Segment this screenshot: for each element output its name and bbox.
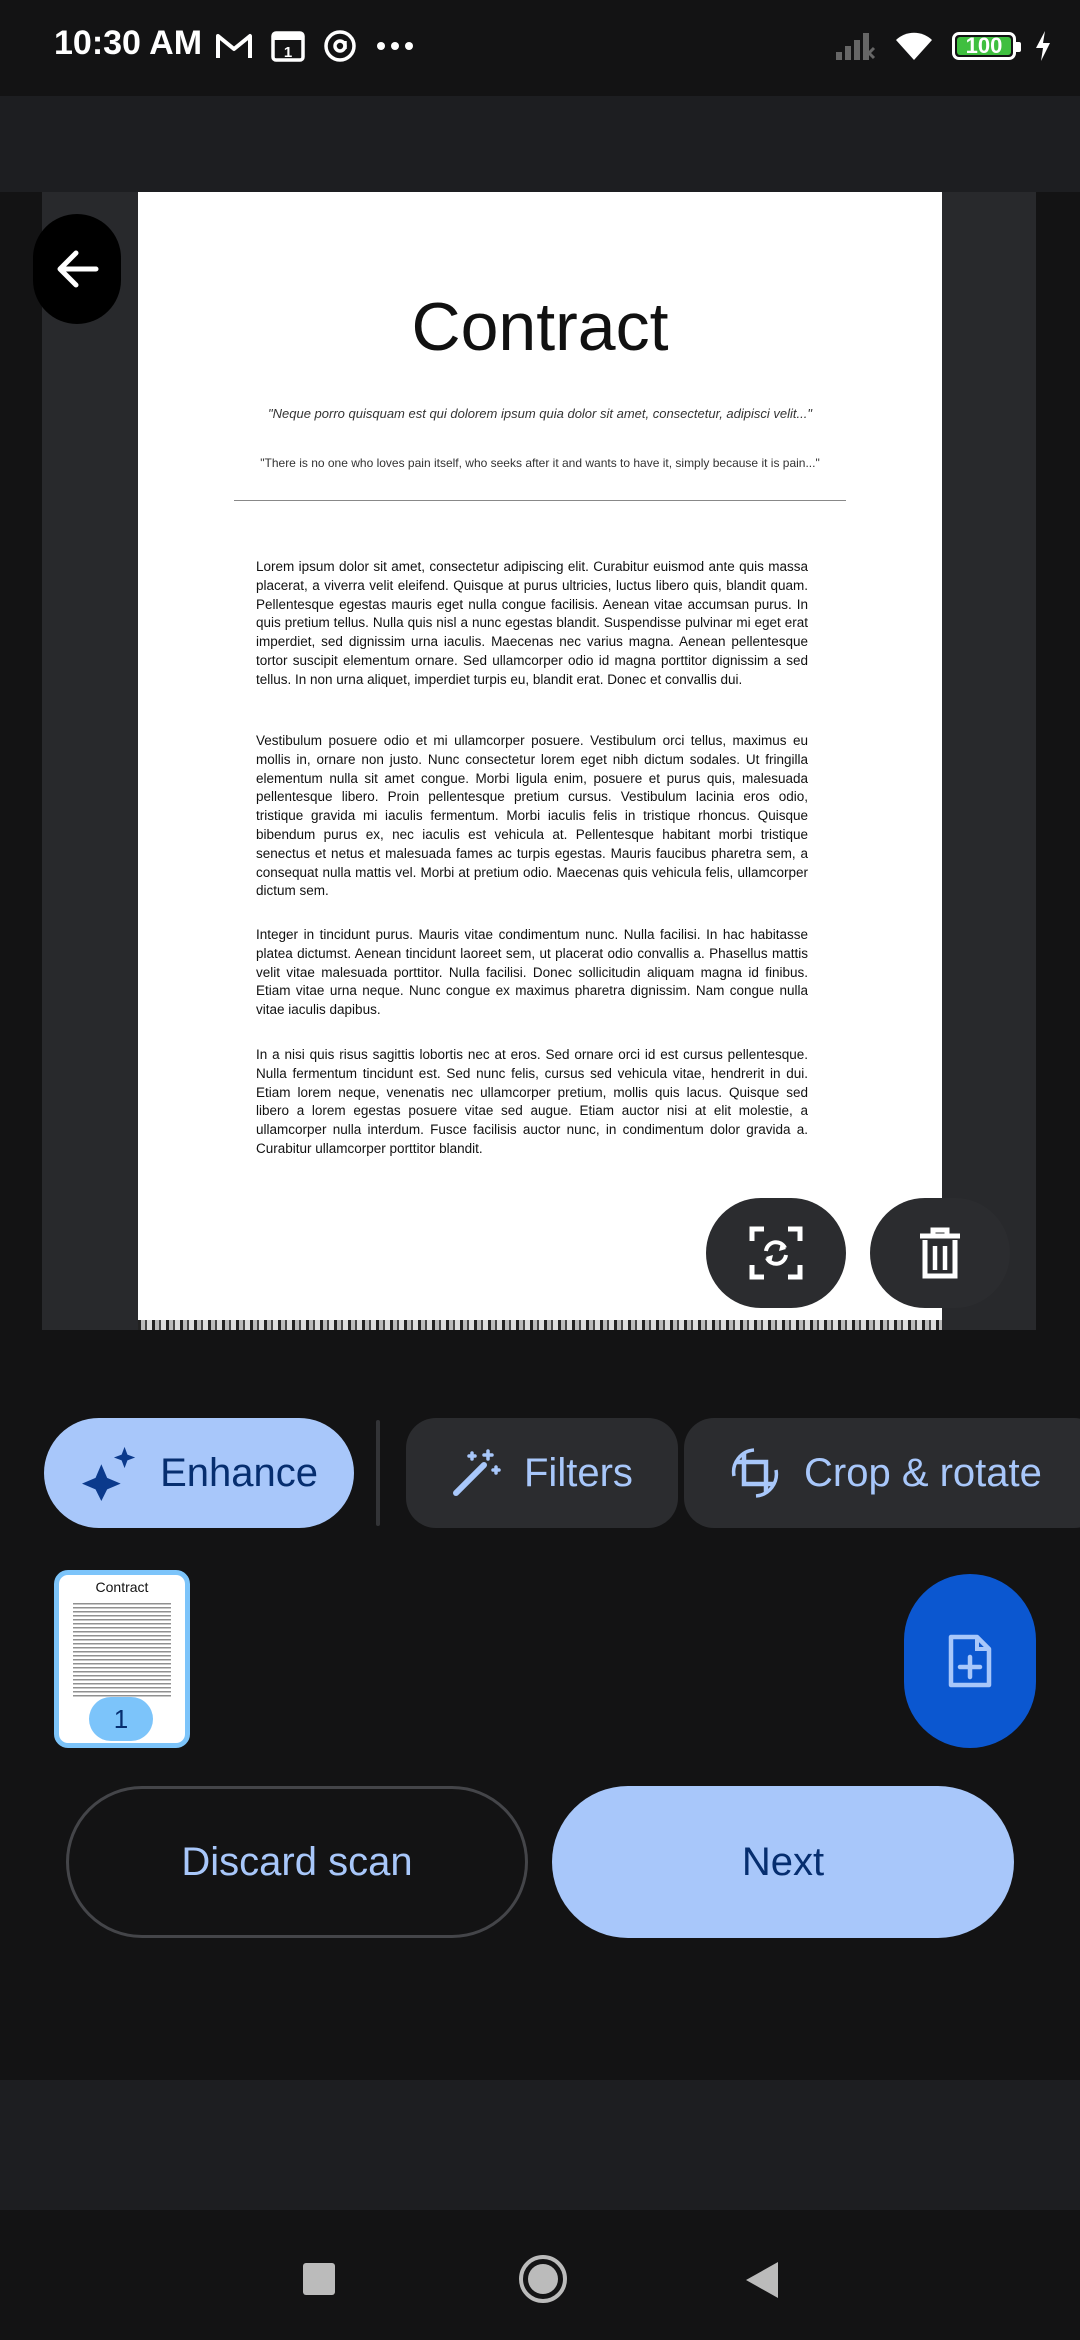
recent-apps-icon[interactable] bbox=[302, 2262, 336, 2296]
arrow-left-icon bbox=[57, 250, 99, 288]
svg-text:1: 1 bbox=[284, 44, 292, 61]
crop-rotate-icon bbox=[731, 1448, 779, 1498]
discard-scan-button[interactable]: Discard scan bbox=[66, 1786, 528, 1938]
top-app-bar bbox=[0, 96, 1080, 192]
more-notifications-icon bbox=[377, 42, 413, 50]
bottom-surface bbox=[0, 2080, 1080, 2210]
back-button[interactable] bbox=[33, 214, 121, 324]
retake-button[interactable] bbox=[706, 1198, 846, 1308]
retake-scan-icon bbox=[749, 1226, 803, 1280]
status-time: 10:30 AM bbox=[54, 24, 203, 62]
battery-level: 100 bbox=[965, 33, 1003, 58]
page-number-badge: 1 bbox=[89, 1697, 153, 1741]
calendar-icon: 1 bbox=[271, 31, 305, 62]
crop-rotate-label: Crop & rotate bbox=[804, 1450, 1042, 1495]
document-paragraph: Lorem ipsum dolor sit amet, consectetur … bbox=[256, 559, 808, 687]
notification-icons: 1 bbox=[215, 24, 415, 68]
add-page-button[interactable] bbox=[904, 1574, 1036, 1748]
next-button[interactable]: Next bbox=[552, 1786, 1014, 1938]
thumbnail-title: Contract bbox=[95, 1579, 149, 1595]
charging-bolt-icon bbox=[1036, 31, 1050, 61]
scanned-page[interactable]: Contract "Neque porro quisquam est qui d… bbox=[138, 192, 942, 1330]
sparkle-icon bbox=[82, 1446, 136, 1502]
wifi-icon bbox=[896, 32, 932, 60]
add-page-icon bbox=[948, 1634, 992, 1688]
document-paragraph: Vestibulum posuere odio et mi ullamcorpe… bbox=[256, 733, 808, 899]
battery-icon: 100 bbox=[952, 32, 1021, 60]
system-icons: 100 bbox=[834, 22, 1052, 70]
document-paragraph: Integer in tincidunt purus. Mauris vitae… bbox=[256, 927, 808, 1018]
chip-divider bbox=[376, 1420, 380, 1526]
back-nav-icon[interactable] bbox=[744, 2260, 780, 2300]
delete-page-button[interactable] bbox=[870, 1198, 1010, 1308]
cellular-signal-icon bbox=[836, 33, 876, 60]
navigation-bar bbox=[0, 2210, 1080, 2340]
document-title: Contract bbox=[411, 289, 669, 365]
scan-edge bbox=[138, 1320, 942, 1330]
filters-chip[interactable]: Filters bbox=[406, 1418, 678, 1528]
document-divider bbox=[234, 500, 846, 501]
page-thumbnail[interactable]: Contract 1 bbox=[54, 1570, 190, 1748]
trash-icon bbox=[920, 1227, 960, 1279]
thumbnail-text-lines bbox=[73, 1603, 171, 1699]
document-quote-translation: "There is no one who loves pain itself, … bbox=[260, 456, 820, 470]
at-sign-icon bbox=[324, 30, 356, 62]
magic-wand-icon bbox=[453, 1449, 501, 1496]
enhance-chip[interactable]: Enhance bbox=[44, 1418, 354, 1528]
crop-rotate-chip[interactable]: Crop & rotate bbox=[684, 1418, 1080, 1528]
status-bar: 10:30 AM 1 100 bbox=[0, 0, 1080, 96]
document-quote: "Neque porro quisquam est qui dolorem ip… bbox=[268, 406, 812, 421]
filters-label: Filters bbox=[524, 1450, 633, 1495]
enhance-label: Enhance bbox=[160, 1450, 318, 1495]
home-icon[interactable] bbox=[516, 2252, 570, 2306]
gmail-icon bbox=[216, 34, 252, 58]
document-paragraph: In a nisi quis risus sagittis lobortis n… bbox=[256, 1047, 808, 1156]
